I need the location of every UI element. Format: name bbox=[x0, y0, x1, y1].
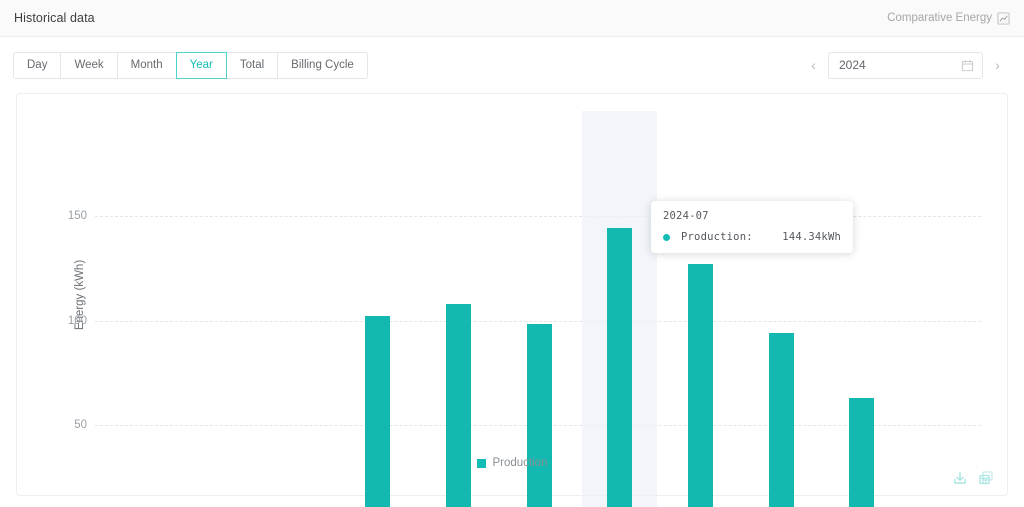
table-view-icon[interactable] bbox=[978, 470, 994, 486]
tab-month-label: Month bbox=[130, 59, 163, 71]
page-title: Historical data bbox=[14, 11, 95, 25]
tooltip-series-value: 144.34kWh bbox=[782, 231, 841, 243]
tooltip-title: 2024-07 bbox=[663, 210, 709, 222]
page-header: Historical data Comparative Energy bbox=[0, 0, 1024, 37]
chart-card: Energy (kWh) 0501001502024-012024-022024… bbox=[16, 93, 1008, 507]
chart-box-icon bbox=[997, 11, 1010, 25]
tooltip-series-name: Production: bbox=[681, 231, 753, 243]
bar-2024-04[interactable] bbox=[365, 316, 391, 507]
comparative-energy-button[interactable]: Comparative Energy bbox=[887, 11, 1010, 25]
legend-swatch-production bbox=[476, 458, 486, 468]
y-axis-tick-label: 150 bbox=[67, 210, 87, 222]
download-icon[interactable] bbox=[952, 470, 968, 486]
tooltip-series-dot bbox=[663, 233, 670, 241]
tab-year-label: Year bbox=[189, 59, 213, 71]
y-axis-tick-label: 50 bbox=[74, 419, 87, 432]
tab-day-label: Day bbox=[27, 59, 48, 71]
tab-month[interactable]: Month bbox=[116, 51, 176, 79]
bar-2024-09[interactable] bbox=[768, 333, 794, 507]
legend-label-production: Production bbox=[492, 457, 548, 469]
calendar-icon bbox=[961, 59, 974, 72]
year-picker[interactable]: 2024 bbox=[828, 51, 983, 79]
chart-legend[interactable]: Production bbox=[17, 457, 1007, 469]
tooltip-row: Production: 144.34kWh bbox=[663, 231, 841, 243]
bar-chart-plot[interactable]: Energy (kWh) 0501001502024-012024-022024… bbox=[17, 94, 1007, 507]
bar-2024-06[interactable] bbox=[526, 323, 552, 507]
bar-2024-10[interactable] bbox=[849, 398, 875, 507]
chart-tools bbox=[952, 470, 994, 486]
chart-tooltip: 2024-07 Production: 144.34kWh bbox=[651, 201, 853, 253]
year-picker-value: 2024 bbox=[839, 58, 866, 72]
range-tab-group: Day Week Month Year Total Billing Cycle bbox=[13, 51, 368, 79]
next-period-arrow[interactable]: › bbox=[992, 58, 1003, 72]
tab-day[interactable]: Day bbox=[13, 51, 61, 79]
tab-week-label: Week bbox=[74, 59, 104, 71]
previous-period-arrow[interactable]: ‹ bbox=[808, 58, 819, 72]
bar-2024-05[interactable] bbox=[445, 303, 471, 507]
tab-billing-cycle-label: Billing Cycle bbox=[291, 59, 354, 71]
date-navigator: ‹ 2024 › bbox=[808, 51, 1003, 79]
bar-2024-08[interactable] bbox=[687, 264, 713, 507]
tab-total-label: Total bbox=[239, 59, 265, 71]
gridline bbox=[95, 320, 981, 322]
tab-total[interactable]: Total bbox=[225, 51, 278, 79]
chart-toolbar: Day Week Month Year Total Billing Cycle … bbox=[0, 37, 1024, 93]
comparative-energy-label: Comparative Energy bbox=[887, 12, 992, 24]
tab-year[interactable]: Year bbox=[175, 51, 227, 79]
tab-billing-cycle[interactable]: Billing Cycle bbox=[277, 51, 368, 79]
tab-week[interactable]: Week bbox=[60, 51, 117, 79]
y-axis-tick-label: 100 bbox=[67, 314, 87, 327]
